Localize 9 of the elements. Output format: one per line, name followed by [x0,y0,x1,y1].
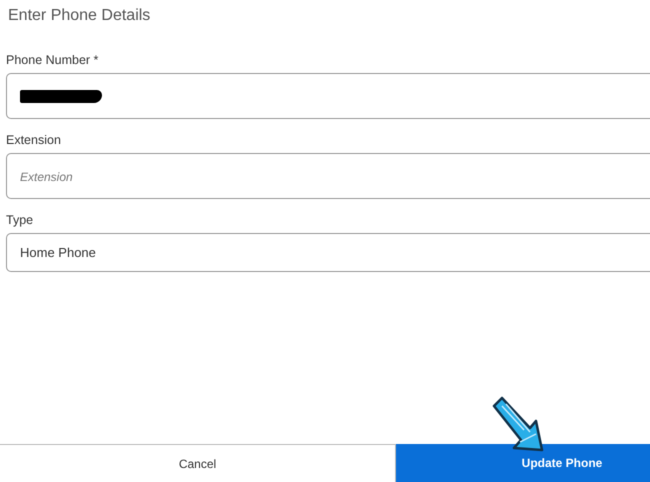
phone-number-field[interactable] [6,73,650,119]
dialog-title: Enter Phone Details [8,6,152,26]
cancel-button[interactable]: Cancel [0,444,396,482]
type-select[interactable]: Home Phone [6,233,650,272]
extension-field[interactable]: Extension [6,153,650,199]
field-label: Extension [6,132,61,148]
field-label: Phone Number * [6,52,98,68]
field-label: Type [6,212,34,228]
update-phone-button[interactable]: Update Phone [396,444,650,482]
